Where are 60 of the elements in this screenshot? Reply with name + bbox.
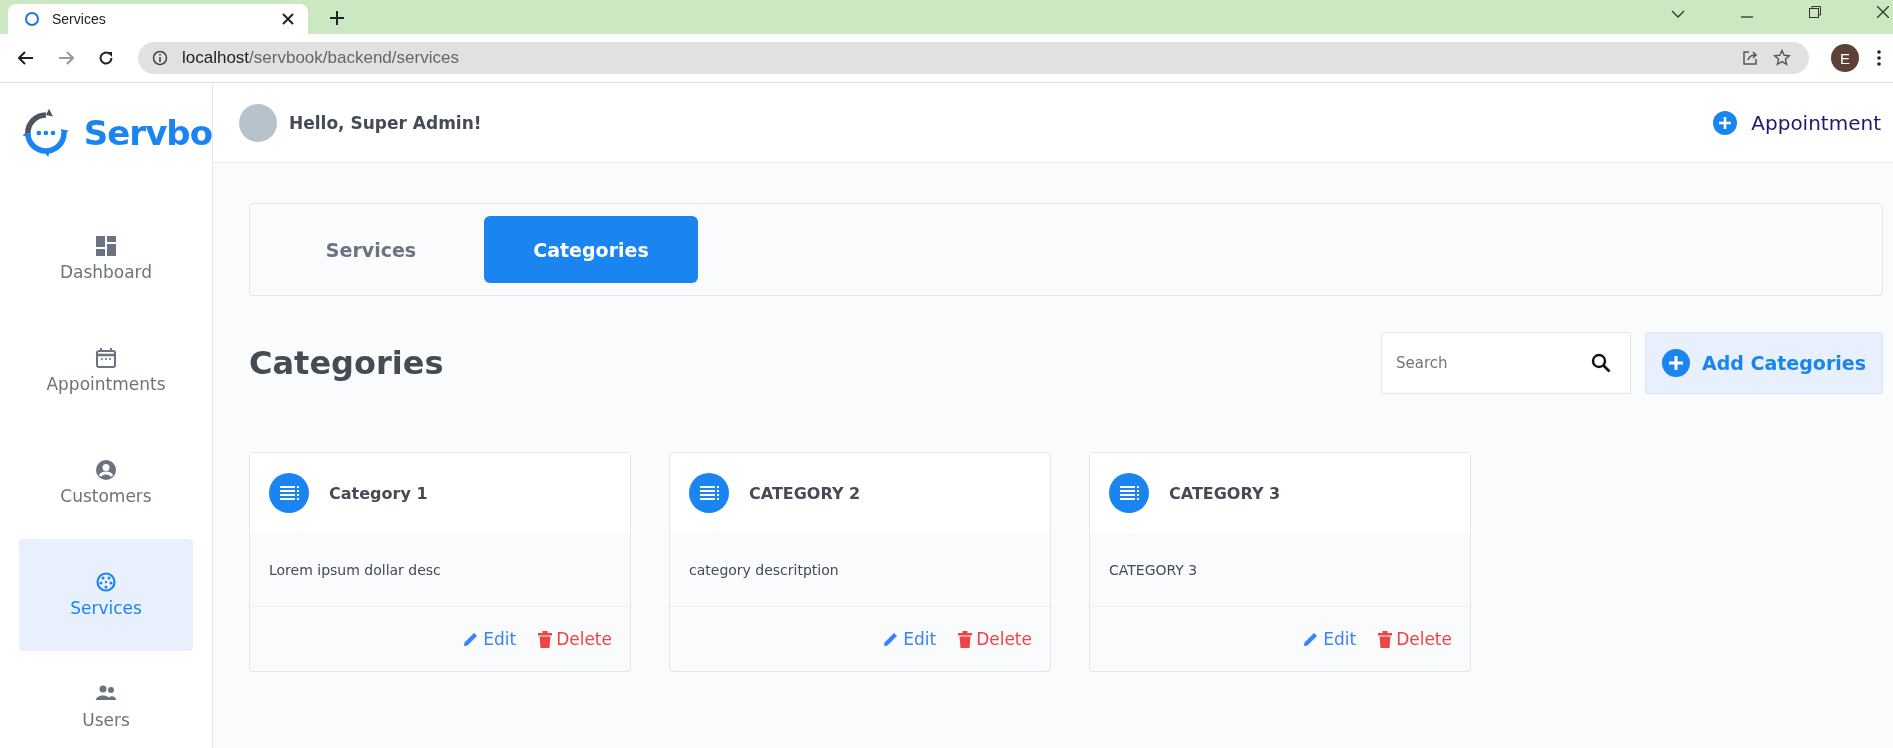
close-icon[interactable] bbox=[1877, 6, 1889, 18]
add-categories-button[interactable]: Add Categories bbox=[1645, 332, 1883, 394]
card-title: Category 1 bbox=[329, 483, 428, 503]
trash-icon bbox=[538, 630, 553, 648]
edit-link[interactable]: Edit bbox=[1303, 629, 1357, 649]
info-icon bbox=[152, 50, 168, 66]
plus-icon bbox=[1662, 349, 1690, 377]
avatar-placeholder bbox=[239, 103, 277, 142]
delete-link[interactable]: Delete bbox=[538, 629, 612, 649]
logo-text: Servbo bbox=[83, 113, 212, 153]
services-icon bbox=[96, 572, 116, 592]
forward-icon[interactable] bbox=[58, 51, 74, 65]
pencil-icon bbox=[463, 631, 480, 647]
tab[interactable]: Categories bbox=[484, 216, 698, 283]
search-field[interactable]: Search bbox=[1381, 332, 1631, 394]
pencil-icon bbox=[1303, 631, 1320, 647]
share-icon[interactable] bbox=[1741, 49, 1759, 67]
menu-icon[interactable] bbox=[1877, 50, 1881, 66]
user-icon bbox=[96, 460, 116, 480]
url-text: localhost/servbook/backend/services bbox=[182, 48, 459, 68]
reload-icon[interactable] bbox=[98, 50, 114, 66]
delete-link[interactable]: Delete bbox=[958, 629, 1032, 649]
pencil-icon bbox=[883, 631, 900, 647]
edit-link[interactable]: Edit bbox=[883, 629, 937, 649]
nav-item[interactable]: Customers bbox=[19, 427, 193, 539]
greeting-text: Hello, Super Admin! bbox=[289, 112, 482, 133]
calendar-icon bbox=[96, 348, 116, 368]
card-description: Lorem ipsum dollar desc bbox=[269, 561, 441, 578]
card-description: category descritption bbox=[689, 561, 839, 578]
search-icon bbox=[1591, 353, 1611, 373]
dashboard-icon bbox=[96, 236, 116, 256]
trash-icon bbox=[958, 630, 973, 648]
restore-icon[interactable] bbox=[1809, 6, 1821, 18]
tab[interactable]: Services bbox=[264, 216, 478, 283]
list-icon bbox=[1109, 473, 1149, 513]
address-bar[interactable]: localhost/servbook/backend/services bbox=[138, 42, 1809, 74]
back-icon[interactable] bbox=[18, 51, 34, 65]
star-icon[interactable] bbox=[1773, 49, 1791, 67]
tab-title: Services bbox=[52, 11, 106, 27]
card-title: CATEGORY 3 bbox=[1169, 483, 1281, 503]
trash-icon bbox=[1378, 630, 1393, 648]
logo-icon bbox=[24, 11, 40, 27]
nav-item[interactable]: Appointments bbox=[19, 315, 193, 427]
delete-link[interactable]: Delete bbox=[1378, 629, 1452, 649]
browser-tab[interactable]: Services bbox=[8, 4, 308, 34]
profile-avatar[interactable]: E bbox=[1831, 44, 1859, 72]
close-icon[interactable] bbox=[282, 13, 294, 25]
edit-link[interactable]: Edit bbox=[463, 629, 517, 649]
new-appointment-button[interactable]: Appointment bbox=[1713, 106, 1881, 139]
nav-item[interactable]: Dashboard bbox=[19, 203, 193, 315]
card-title: CATEGORY 2 bbox=[749, 483, 861, 503]
chevron-down-icon[interactable] bbox=[1671, 10, 1685, 18]
plus-icon bbox=[1713, 110, 1738, 135]
card-description: CATEGORY 3 bbox=[1109, 561, 1198, 578]
nav-item[interactable]: Services bbox=[19, 539, 193, 651]
nav-item[interactable]: Users bbox=[19, 651, 193, 748]
list-icon bbox=[269, 473, 309, 513]
plus-icon[interactable] bbox=[330, 11, 344, 25]
list-icon bbox=[689, 473, 729, 513]
page-title: Categories bbox=[249, 344, 444, 382]
